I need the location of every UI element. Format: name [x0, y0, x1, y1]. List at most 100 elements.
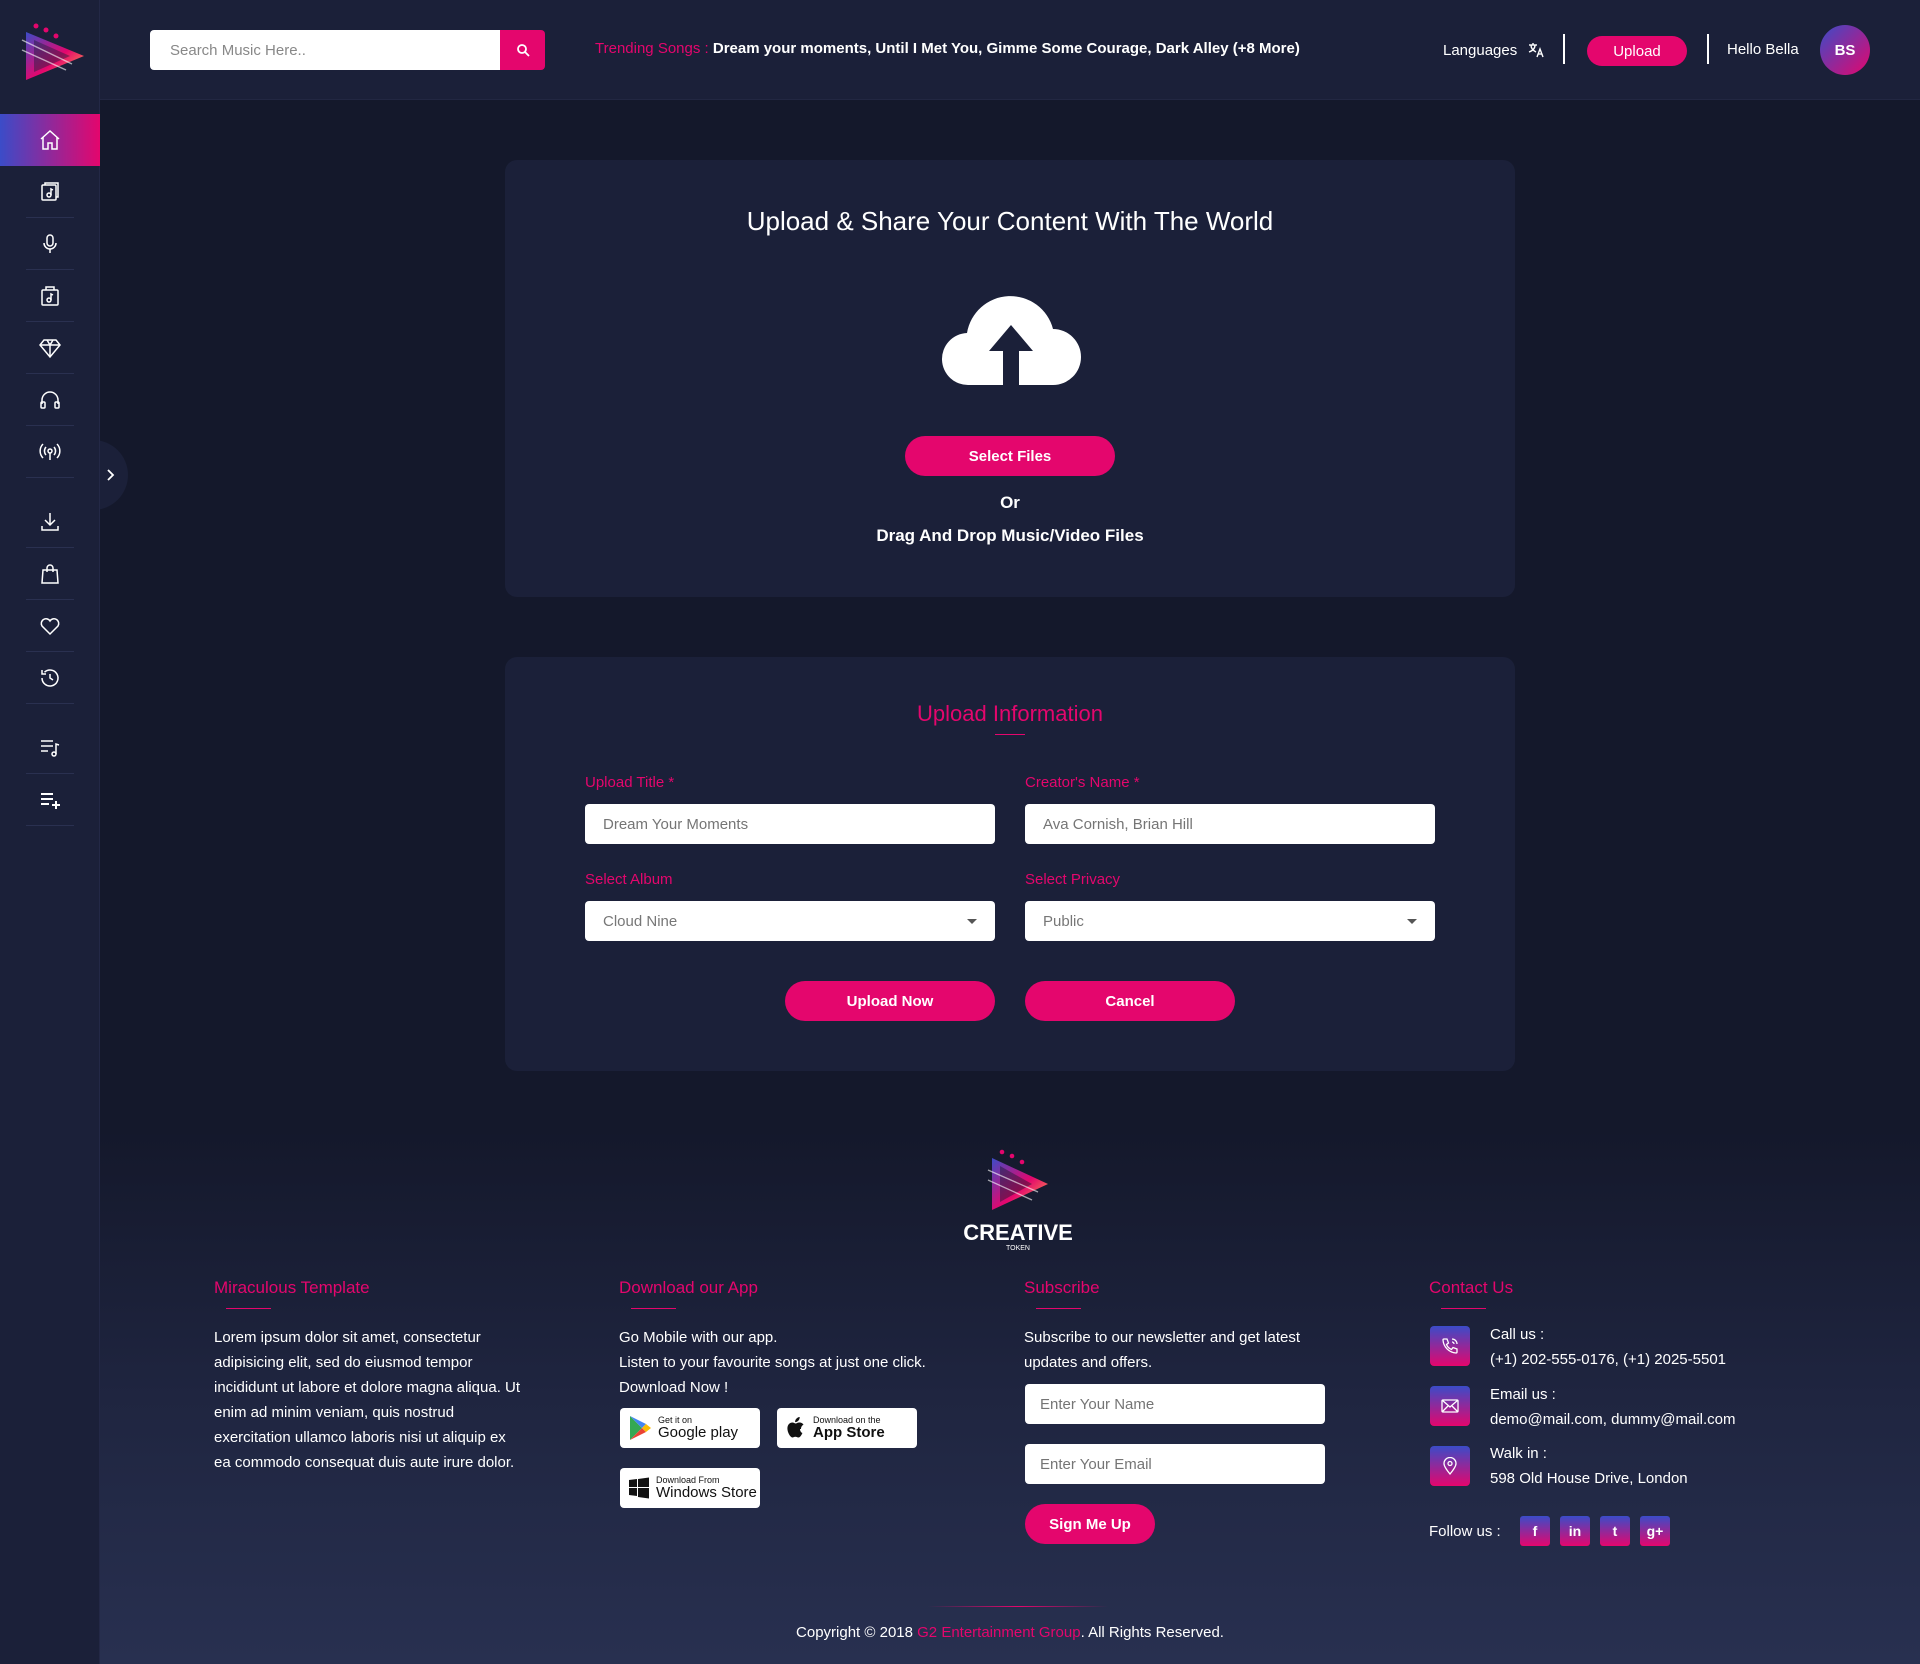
sidebar-item-purchased[interactable]: [0, 548, 100, 600]
facebook-icon[interactable]: f: [1520, 1516, 1550, 1546]
languages-label: Languages: [1443, 41, 1518, 59]
upload-button[interactable]: Upload: [1587, 36, 1687, 66]
search-button[interactable]: [500, 30, 545, 70]
languages-button[interactable]: Languages: [1443, 41, 1545, 59]
trending-label: Trending Songs :: [595, 40, 709, 57]
brand-logo[interactable]: [14, 18, 88, 88]
call-value[interactable]: (+1) 202-555-0176, (+1) 2025-5501: [1490, 1347, 1726, 1372]
microphone-icon: [43, 234, 57, 253]
twitter-icon[interactable]: t: [1600, 1516, 1630, 1546]
subscribe-title: Subscribe: [1024, 1278, 1100, 1297]
title-underline: [995, 734, 1025, 735]
contact-underline: [1441, 1308, 1486, 1309]
trending-songs: Trending Songs : Dream your moments, Unt…: [595, 40, 1300, 57]
upload-title: Upload & Share Your Content With The Wor…: [746, 206, 1274, 236]
privacy-select[interactable]: Public: [1025, 901, 1435, 941]
copyright-prefix: Copyright © 2018: [796, 1624, 918, 1641]
user-greeting: Hello Bella: [1727, 41, 1799, 58]
download-app-line2: Listen to your favourite songs at just o…: [619, 1354, 926, 1396]
upload-title-input[interactable]: [585, 804, 995, 844]
phone-icon: [1430, 1326, 1470, 1366]
sidebar-item-download[interactable]: [0, 496, 100, 548]
sidebar-item-albums[interactable]: [0, 166, 100, 218]
sign-up-button[interactable]: Sign Me Up: [1025, 1504, 1155, 1544]
divider: [1563, 34, 1565, 64]
avatar[interactable]: BS: [1820, 25, 1870, 75]
google-play-big: Google play: [658, 1424, 739, 1441]
translate-icon: [1529, 43, 1544, 58]
music-folder-icon: [41, 286, 59, 306]
copyright-brand-link[interactable]: G2 Entertainment Group: [917, 1624, 1080, 1641]
radio-icon: [39, 443, 61, 460]
album-select[interactable]: Cloud Nine: [585, 901, 995, 941]
copyright-suffix: . All Rights Reserved.: [1080, 1624, 1224, 1641]
top-header: Trending Songs : Dream your moments, Unt…: [100, 0, 1920, 100]
google-play-button[interactable]: Get it on Google play: [620, 1408, 760, 1448]
cancel-button[interactable]: Cancel: [1025, 981, 1235, 1021]
email-value[interactable]: demo@mail.com, dummy@mail.com: [1490, 1407, 1736, 1432]
album-value: Cloud Nine: [603, 912, 678, 930]
linkedin-icon[interactable]: in: [1560, 1516, 1590, 1546]
email-info: Email us : demo@mail.com, dummy@mail.com: [1490, 1382, 1736, 1432]
location-icon: [1430, 1446, 1470, 1486]
call-info: Call us : (+1) 202-555-0176, (+1) 2025-5…: [1490, 1322, 1726, 1372]
sidebar-item-microphone[interactable]: [0, 218, 100, 270]
sidebar-item-favourites[interactable]: [0, 600, 100, 652]
apple-icon: [787, 1417, 804, 1438]
drag-drop-label: Drag And Drop Music/Video Files: [876, 526, 1144, 545]
app-store-button[interactable]: Download on the App Store: [777, 1408, 917, 1448]
subscribe-email-input[interactable]: [1025, 1444, 1325, 1484]
history-icon: [41, 669, 59, 687]
sidebar-item-diamond[interactable]: [0, 322, 100, 374]
trending-list[interactable]: Dream your moments, Until I Met You, Gim…: [713, 40, 1300, 57]
windows-store-button[interactable]: Download From Windows Store: [620, 1468, 760, 1508]
search-input[interactable]: [150, 30, 500, 70]
creator-name-input[interactable]: [1025, 804, 1435, 844]
select-files-button[interactable]: Select Files: [905, 436, 1115, 476]
walk-value: 598 Old House Drive, London: [1490, 1470, 1688, 1487]
download-app-title: Download our App: [619, 1278, 758, 1297]
footer-about: Miraculous Template Lorem ipsum dolor si…: [214, 1278, 524, 1475]
contact-title: Contact Us: [1429, 1278, 1514, 1297]
search-icon: [516, 44, 530, 57]
cloud-upload-icon[interactable]: [941, 285, 1081, 389]
bag-icon: [41, 564, 59, 584]
album-label: Select Album: [585, 871, 673, 888]
upload-title-label: Upload Title *: [585, 774, 675, 791]
heart-icon: [40, 618, 60, 636]
walk-label: Walk in :: [1490, 1445, 1547, 1462]
sidebar-item-home[interactable]: [0, 114, 100, 166]
sidebar-item-radio[interactable]: [0, 426, 100, 478]
call-label: Call us :: [1490, 1326, 1545, 1343]
windows-store-big: Windows Store: [656, 1484, 757, 1501]
footer: CREATIVE TOKEN Miraculous Template Lorem…: [100, 1130, 1920, 1664]
upload-now-button[interactable]: Upload Now: [785, 981, 995, 1021]
add-playlist-icon: [41, 793, 60, 809]
sidebar-item-playlist[interactable]: [0, 722, 100, 774]
about-underline: [226, 1308, 271, 1309]
subscribe-name-input[interactable]: [1025, 1384, 1325, 1424]
google-plus-icon[interactable]: g+: [1640, 1516, 1670, 1546]
sidebar-item-add-playlist[interactable]: [0, 774, 100, 826]
download-icon: [41, 513, 59, 531]
mail-icon: [1430, 1386, 1470, 1426]
upload-form-card: Upload Information Upload Title * Creato…: [505, 657, 1515, 1071]
albums-icon: [41, 182, 59, 201]
sidebar: [0, 0, 100, 1664]
sidebar-item-music-folder[interactable]: [0, 270, 100, 322]
chevron-right-icon: [107, 469, 115, 481]
follow-label: Follow us :: [1429, 1523, 1501, 1540]
footer-contact: Contact Us: [1429, 1278, 1789, 1309]
google-play-icon: [630, 1416, 651, 1440]
download-app-line1: Go Mobile with our app.: [619, 1329, 778, 1346]
upload-card: Upload & Share Your Content With The Wor…: [505, 160, 1515, 597]
sidebar-item-history[interactable]: [0, 652, 100, 704]
sidebar-item-headphones[interactable]: [0, 374, 100, 426]
privacy-value: Public: [1043, 912, 1084, 930]
creator-name-label: Creator's Name *: [1025, 774, 1140, 791]
footer-logo[interactable]: CREATIVE TOKEN: [948, 1144, 1088, 1256]
playlist-icon: [41, 740, 60, 757]
footer-logo-subtext: TOKEN: [1006, 1245, 1030, 1252]
footer-download-app: Download our App Go Mobile with our app.…: [619, 1278, 929, 1400]
search-bar: [150, 30, 545, 70]
